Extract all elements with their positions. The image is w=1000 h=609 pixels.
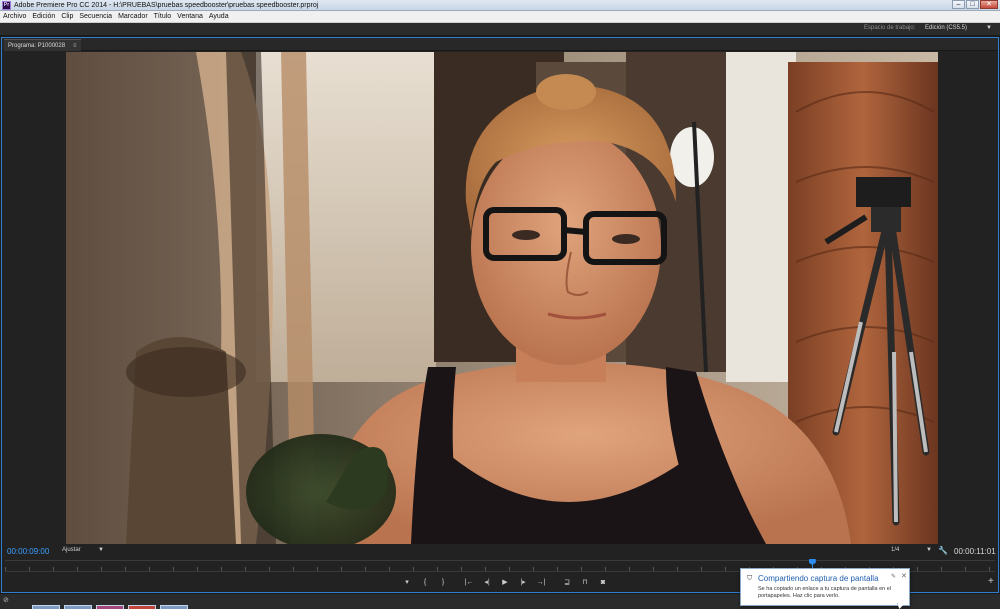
title-bar: Pr Adobe Premiere Pro CC 2014 - H:\PRUEB… (0, 0, 1000, 11)
button-editor-add-button[interactable]: + (988, 576, 994, 587)
panel-tab-bar: Programa: P1000028 ≡ (2, 38, 998, 51)
close-icon[interactable]: ✕ (901, 572, 907, 580)
workspace-bar: Espacio de trabajo: Edición (CS5.5) ▼ (0, 23, 1000, 35)
menu-clip[interactable]: Clip (61, 13, 73, 20)
menu-titulo[interactable]: Título (154, 13, 172, 20)
screenshot-share-notification[interactable]: ⛉ Compartiendo captura de pantalla ✎ ✕ S… (740, 568, 910, 606)
notification-body[interactable]: Se ha copiado un enlace a tu captura de … (758, 586, 908, 600)
chevron-down-icon[interactable]: ▼ (986, 25, 992, 31)
chevron-down-icon[interactable]: ▼ (98, 547, 104, 553)
duration-timecode: 00:00:11:01 (954, 547, 996, 556)
settings-wrench-icon[interactable]: 🔧 (938, 546, 948, 555)
notification-title[interactable]: Compartiendo captura de pantalla (758, 574, 879, 583)
menu-ventana[interactable]: Ventana (177, 13, 203, 20)
tab-program-monitor[interactable]: Programa: P1000028 ≡ (4, 39, 81, 51)
playback-resolution-select[interactable]: 1/4 (891, 547, 899, 553)
mark-in-button[interactable]: { (416, 577, 434, 589)
workspace-label: Espacio de trabajo: (864, 25, 916, 31)
chevron-down-icon[interactable]: ▼ (926, 547, 932, 553)
taskbar-thumbnail[interactable] (64, 605, 92, 609)
current-timecode[interactable]: 00:00:09:00 (7, 547, 49, 556)
go-to-out-button[interactable]: →| (532, 577, 550, 589)
monitor-controls-row: 00:00:09:00 Ajustar ▼ 1/4 ▼ 🔧 00:00:11:0… (2, 545, 998, 559)
mark-out-button[interactable]: } (434, 577, 452, 589)
taskbar-thumbnail[interactable] (32, 605, 60, 609)
lift-button[interactable]: ⊒ (558, 577, 576, 589)
transport-controls: ▾ { } |← ◂| ▶ |▸ →| ⊒ ⊓ ◙ (398, 577, 612, 589)
menu-edicion[interactable]: Edición (32, 13, 55, 20)
taskbar-thumbnail[interactable] (160, 605, 188, 609)
play-button[interactable]: ▶ (496, 577, 514, 589)
taskbar-thumbnails (32, 605, 192, 609)
window-title: Adobe Premiere Pro CC 2014 - H:\PRUEBAS\… (14, 1, 319, 9)
minimize-button[interactable]: – (952, 0, 965, 9)
maximize-button[interactable]: □ (966, 0, 979, 9)
panel-menu-icon[interactable]: ≡ (73, 43, 77, 49)
window-controls: – □ ✕ (952, 0, 998, 9)
step-back-button[interactable]: ◂| (478, 577, 496, 589)
tab-label: Programa: P1000028 (8, 42, 66, 49)
workspace-select[interactable]: Edición (CS5.5) (925, 25, 967, 31)
go-to-in-button[interactable]: |← (460, 577, 478, 589)
premiere-window: Pr Adobe Premiere Pro CC 2014 - H:\PRUEB… (0, 0, 1000, 609)
program-monitor-panel: Programa: P1000028 ≡ 00:00:09:00 Ajustar… (1, 37, 999, 593)
video-preview[interactable] (66, 52, 938, 544)
menu-archivo[interactable]: Archivo (3, 13, 26, 20)
menu-marcador[interactable]: Marcador (118, 13, 148, 20)
pin-icon[interactable]: ✎ (891, 573, 896, 580)
video-frame-image (66, 52, 938, 544)
shield-icon: ⛉ (747, 575, 753, 582)
premiere-app-icon: Pr (2, 0, 11, 10)
close-button[interactable]: ✕ (980, 0, 998, 9)
add-marker-button[interactable]: ▾ (398, 577, 416, 589)
step-forward-button[interactable]: |▸ (514, 577, 532, 589)
menu-secuencia[interactable]: Secuencia (79, 13, 112, 20)
menu-bar: Archivo Edición Clip Secuencia Marcador … (0, 11, 1000, 23)
status-indicator-icon[interactable]: ⊘ (3, 596, 9, 604)
menu-ayuda[interactable]: Ayuda (209, 13, 229, 20)
taskbar-thumbnail[interactable] (96, 605, 124, 609)
taskbar-thumbnail[interactable] (128, 605, 156, 609)
zoom-level-select[interactable]: Ajustar (62, 547, 81, 553)
extract-button[interactable]: ⊓ (576, 577, 594, 589)
export-frame-button[interactable]: ◙ (594, 577, 612, 589)
